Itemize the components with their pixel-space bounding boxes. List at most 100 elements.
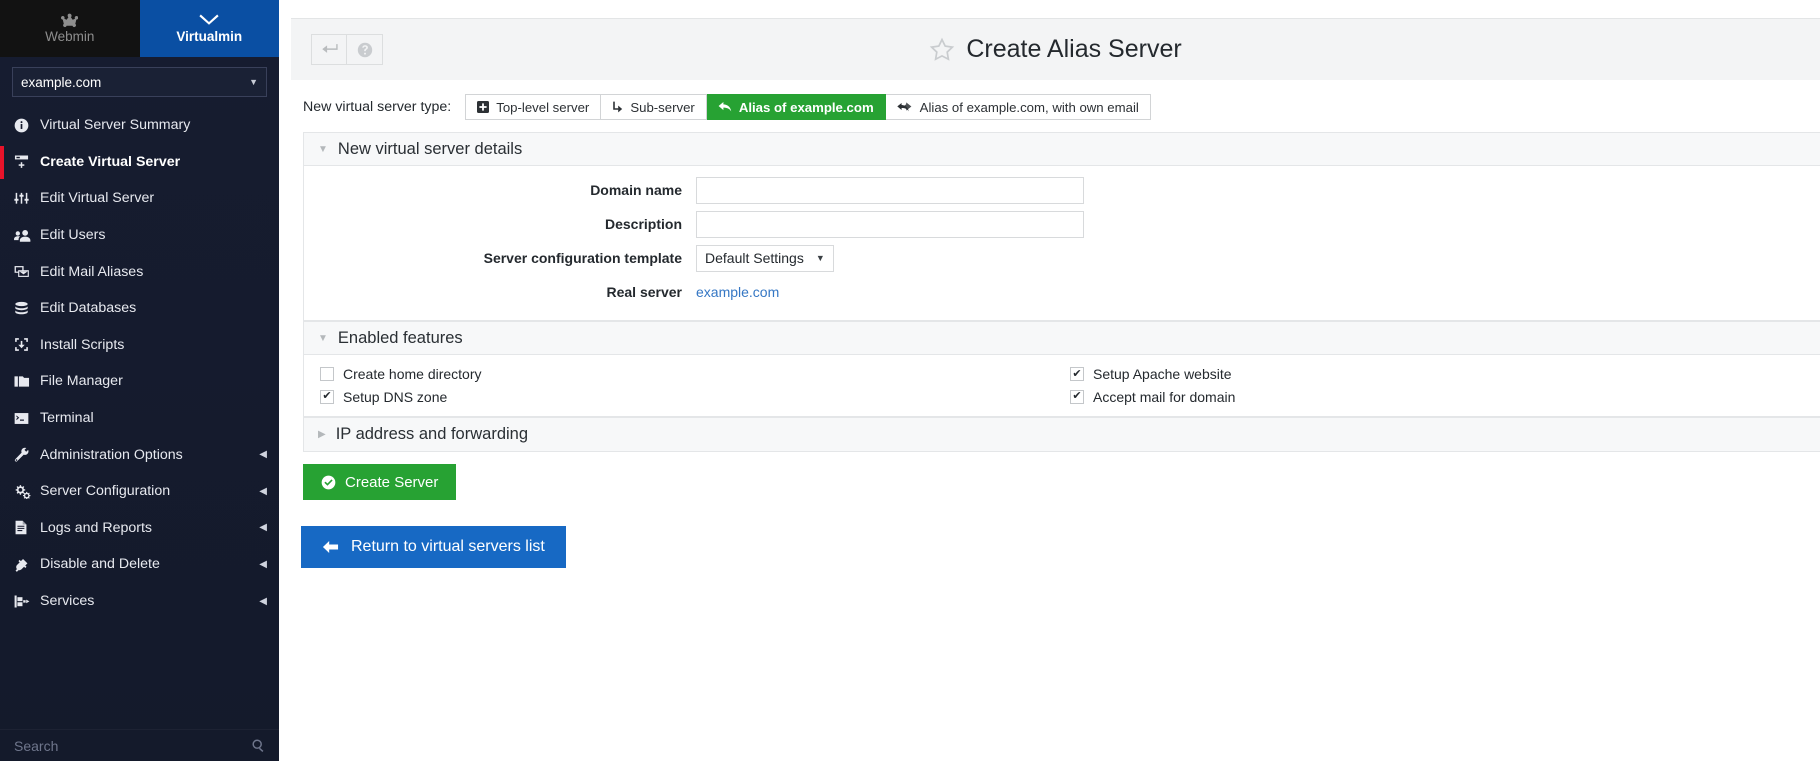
- wrench-icon: [14, 447, 40, 462]
- chevron-left-icon: ◀: [259, 558, 267, 570]
- chevron-left-icon: ◀: [259, 449, 267, 461]
- feature-accept-mail-for-domain[interactable]: ✔ Accept mail for domain: [1070, 386, 1820, 409]
- ip-panel-header[interactable]: ▶ IP address and forwarding: [304, 418, 1820, 451]
- feature-setup-apache-website[interactable]: ✔ Setup Apache website: [1070, 363, 1820, 386]
- field-row-domain-name: Domain name: [304, 174, 1820, 206]
- sidebar-item-create-virtual-server[interactable]: Create Virtual Server: [0, 144, 279, 181]
- create-server-button[interactable]: Create Server: [303, 464, 457, 500]
- sidebar-item-edit-users[interactable]: Edit Users: [0, 217, 279, 254]
- sidebar-item-terminal[interactable]: Terminal: [0, 400, 279, 437]
- app-root: Webmin Virtualmin example.com ▼ Virtual …: [0, 0, 1820, 761]
- feature-setup-dns-zone[interactable]: ✔ Setup DNS zone: [320, 386, 1070, 409]
- description-input[interactable]: [696, 210, 1084, 238]
- sidebar-item-disable-and-delete[interactable]: Disable and Delete ◀: [0, 546, 279, 583]
- gears-icon: [14, 484, 40, 499]
- mail-aliases-icon: [14, 264, 40, 279]
- enabled-features-panel: ▼ Enabled features Create home directory…: [303, 321, 1820, 417]
- level-down-icon: [612, 101, 623, 113]
- checkbox-setup-dns-zone[interactable]: ✔: [320, 389, 334, 404]
- sidebar-item-label: Terminal: [40, 410, 94, 427]
- folder-icon: [14, 374, 40, 389]
- sidebar-item-edit-mail-aliases[interactable]: Edit Mail Aliases: [0, 253, 279, 290]
- page-title-wrap: Create Alias Server: [291, 35, 1820, 64]
- domain-selector[interactable]: example.com ▼: [12, 67, 267, 97]
- server-type-top-level-server[interactable]: Top-level server: [465, 94, 602, 120]
- sidebar-item-install-scripts[interactable]: Install Scripts: [0, 327, 279, 364]
- real-server-label: Real server: [606, 284, 682, 300]
- page-content: New virtual server type: Top-level serve…: [279, 80, 1820, 568]
- toolbar-buttons: [311, 34, 383, 65]
- chevron-down-icon: ▼: [815, 253, 825, 263]
- sidebar-item-edit-databases[interactable]: Edit Databases: [0, 290, 279, 327]
- checkbox-setup-apache-website[interactable]: ✔: [1070, 367, 1084, 382]
- brand-tab-webmin[interactable]: Webmin: [0, 0, 140, 57]
- check-circle-icon: [321, 475, 336, 490]
- arrow-left-icon: [322, 540, 339, 554]
- sidebar-item-label: Virtual Server Summary: [40, 117, 191, 134]
- triangle-down-icon: ▼: [318, 332, 328, 344]
- sidebar-item-label: Edit Virtual Server: [40, 190, 155, 207]
- main-content: Create Alias Server New virtual server t…: [279, 0, 1820, 761]
- brand-tab-virtualmin-label: Virtualmin: [176, 29, 243, 44]
- reply-icon: [718, 101, 732, 113]
- ip-panel-title: IP address and forwarding: [335, 425, 529, 443]
- domain-name-input[interactable]: [696, 176, 1084, 204]
- download-box-icon: [14, 337, 40, 352]
- feature-label: Create home directory: [343, 366, 482, 383]
- features-column-left: Create home directory ✔ Setup DNS zone: [304, 363, 1070, 408]
- chevron-left-icon: ◀: [259, 485, 267, 497]
- chevron-down-icon: [199, 13, 219, 28]
- checkbox-create-home-directory[interactable]: [320, 367, 334, 382]
- sliders-icon: [14, 191, 40, 206]
- feature-label: Setup Apache website: [1093, 366, 1232, 383]
- sidebar-item-label: Install Scripts: [40, 336, 125, 353]
- sidebar-nav: Virtual Server Summary Create Virtual Se…: [0, 107, 279, 761]
- sidebar-item-label: File Manager: [40, 373, 123, 390]
- details-panel-header[interactable]: ▼ New virtual server details: [304, 133, 1820, 166]
- help-button[interactable]: [347, 34, 383, 65]
- chevron-left-icon: ◀: [259, 522, 267, 534]
- ip-address-forwarding-panel: ▶ IP address and forwarding: [303, 417, 1820, 452]
- sidebar-search[interactable]: Search: [0, 729, 279, 761]
- sidebar-item-services[interactable]: Services ◀: [0, 583, 279, 620]
- server-type-label-text: Alias of example.com, with own email: [919, 99, 1139, 115]
- terminal-icon: [14, 411, 40, 426]
- chevron-left-icon: ◀: [259, 595, 267, 607]
- sidebar-item-file-manager[interactable]: File Manager: [0, 363, 279, 400]
- features-panel-header[interactable]: ▼ Enabled features: [304, 322, 1820, 355]
- back-button[interactable]: [311, 34, 347, 65]
- sidebar-item-label: Edit Users: [40, 227, 106, 244]
- field-row-template: Server configuration template Default Se…: [304, 242, 1820, 274]
- sidebar-item-administration-options[interactable]: Administration Options ◀: [0, 436, 279, 473]
- sidebar-item-label: Create Virtual Server: [40, 153, 181, 170]
- server-type-sub-server[interactable]: Sub-server: [601, 94, 707, 120]
- plug-icon: [14, 557, 40, 572]
- checkbox-accept-mail-for-domain[interactable]: ✔: [1070, 389, 1084, 404]
- field-row-real-server: Real server example.com: [304, 276, 1820, 308]
- features-panel-title: Enabled features: [337, 328, 463, 347]
- field-row-description: Description: [304, 208, 1820, 240]
- triangle-down-icon: ▼: [318, 143, 328, 155]
- sidebar-item-label: Disable and Delete: [40, 556, 160, 573]
- triangle-right-icon: ▶: [318, 429, 326, 440]
- server-type-label: New virtual server type:: [303, 99, 452, 115]
- return-to-virtual-servers-list-button[interactable]: Return to virtual servers list: [301, 526, 566, 568]
- sidebar-item-server-configuration[interactable]: Server Configuration ◀: [0, 473, 279, 510]
- file-text-icon: [14, 520, 40, 535]
- sidebar-item-logs-and-reports[interactable]: Logs and Reports ◀: [0, 510, 279, 547]
- page-toolbar: Create Alias Server: [291, 18, 1820, 80]
- info-circle-icon: [14, 118, 40, 133]
- server-type-alias[interactable]: Alias of example.com: [706, 94, 886, 120]
- brand-tab-virtualmin[interactable]: Virtualmin: [139, 0, 279, 57]
- star-outline-icon[interactable]: [929, 37, 955, 63]
- domain-name-label: Domain name: [590, 182, 682, 198]
- sidebar-search-label: Search: [14, 737, 59, 754]
- server-type-alias-own-email[interactable]: Alias of example.com, with own email: [885, 94, 1151, 120]
- real-server-link[interactable]: example.com: [696, 284, 779, 300]
- sidebar-item-label: Edit Mail Aliases: [40, 263, 144, 280]
- template-select[interactable]: Default Settings ▼: [696, 244, 834, 272]
- domain-selector-wrap: example.com ▼: [0, 57, 279, 103]
- sidebar-item-edit-virtual-server[interactable]: Edit Virtual Server: [0, 180, 279, 217]
- feature-create-home-directory[interactable]: Create home directory: [320, 363, 1070, 386]
- sidebar-item-virtual-server-summary[interactable]: Virtual Server Summary: [0, 107, 279, 144]
